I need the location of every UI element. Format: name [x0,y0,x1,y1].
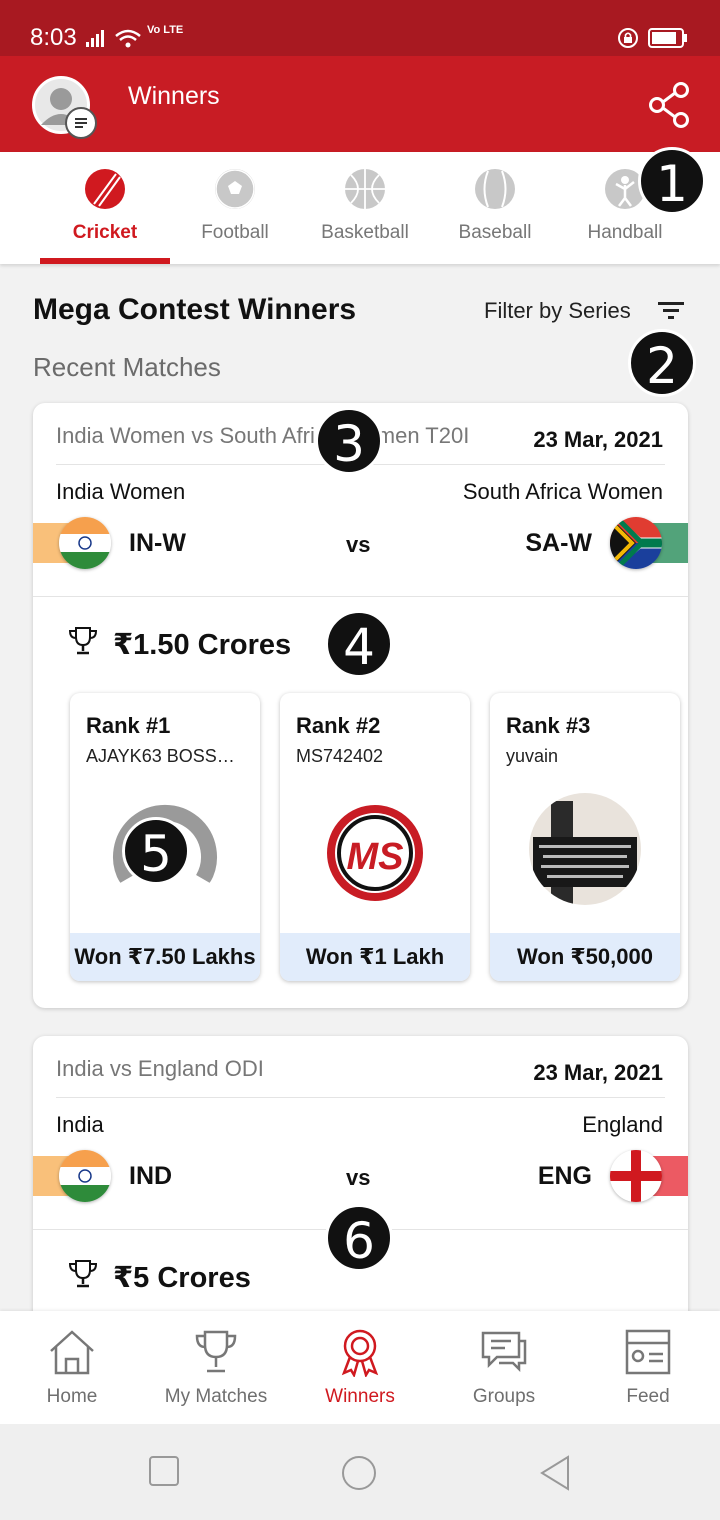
share-icon[interactable] [648,82,692,128]
divider [33,596,688,597]
annotation-marker: 5 [122,817,190,885]
winner-card[interactable]: Rank #3 yuvain Won ₹50,000 [490,693,680,981]
winner-avatar [529,793,641,905]
rank-label: Rank #2 [296,713,381,738]
winner-username: yuvain [506,746,559,766]
app-bar: Winners [0,56,720,152]
page-title: Winners [128,82,220,110]
football-icon [215,169,255,209]
match-name: India Women vs South Africa Women T20I [56,423,470,448]
tab-baseball[interactable]: Baseball [430,152,560,264]
nav-winners[interactable]: Winners [288,1311,432,1424]
cricket-ball-icon [85,169,125,209]
trophy-icon [68,1260,98,1288]
recent-apps-icon[interactable] [147,1454,181,1488]
filter-icon[interactable] [658,300,684,322]
tab-basketball[interactable]: Basketball [300,152,430,264]
user-avatar-icon[interactable] [32,76,97,139]
menu-icon[interactable] [65,107,97,139]
rotation-lock-icon [618,28,638,48]
south-africa-flag-icon [610,517,662,569]
tab-label: Football [201,222,269,243]
prize-pool: ₹5 Crores [113,1262,251,1294]
winner-card[interactable]: Rank #2 MS742402 MS Won ₹1 Lakh [280,693,470,981]
divider [56,1097,665,1098]
match-date: 23 Mar, 2021 [533,1060,663,1085]
annotation-marker: 6 [325,1204,393,1272]
tab-label: Handball [587,222,663,243]
status-time: 8:03 [30,24,77,51]
vs-label: vs [346,1165,371,1190]
rosette-icon [341,1329,379,1377]
team-right-code: ENG [537,1162,592,1190]
nav-home[interactable]: Home [0,1311,144,1424]
tab-label: Basketball [321,222,409,243]
team-left-code: IND [129,1162,173,1190]
nav-groups[interactable]: Groups [432,1311,576,1424]
rank-label: Rank #1 [86,713,171,738]
section-subtitle: Recent Matches [33,352,221,382]
annotation-marker: 3 [315,407,383,475]
signal-wifi-icon [86,29,141,48]
nav-label: My Matches [164,1386,268,1407]
baseball-icon [475,169,515,209]
feed-icon [625,1329,671,1375]
match-card[interactable]: India vs England ODI 23 Mar, 2021 India … [33,1036,688,1326]
back-icon[interactable] [538,1454,572,1492]
network-type: Vo LTE [147,24,184,36]
vs-label: vs [346,532,371,557]
nav-label: Home [46,1386,98,1407]
annotation-marker: 2 [628,329,696,397]
india-flag-icon [59,517,111,569]
match-date: 23 Mar, 2021 [533,427,663,452]
match-name: India vs England ODI [56,1056,264,1081]
filter-by-series-button[interactable]: Filter by Series [484,298,631,324]
winner-username: AJAYK63 BOSS… [86,746,235,766]
sport-tabs: Cricket Football Basketball Baseball Han… [0,152,720,264]
battery-icon [648,28,687,48]
team-right-name: South Africa Women [462,479,663,504]
team-left-code: IN-W [129,529,186,557]
winnings-amount: Won ₹1 Lakh [280,933,470,981]
team-left-name: India [56,1112,104,1137]
svg-text:MS: MS [347,836,404,878]
nav-label: Groups [472,1386,536,1407]
team-right-name: England [582,1112,663,1137]
section-title: Mega Contest Winners [33,293,357,326]
bottom-nav: Home My Matches Winners Groups Feed [0,1311,720,1424]
nav-label: Winners [325,1386,395,1407]
status-bar: 8:03 Vo LTE [0,0,720,56]
tab-label: Baseball [458,222,532,243]
basketball-icon [345,169,385,209]
tab-label: Cricket [72,222,138,243]
rank-label: Rank #3 [506,713,591,738]
annotation-marker: 4 [325,610,393,678]
winnings-amount: Won ₹7.50 Lakhs [70,933,260,981]
winner-username: MS742402 [296,746,384,766]
tab-cricket[interactable]: Cricket [40,152,170,264]
india-flag-icon [59,1150,111,1202]
trophy-icon [195,1330,237,1373]
nav-label: Feed [626,1386,670,1407]
active-tab-indicator [40,258,170,264]
nav-my-matches[interactable]: My Matches [144,1311,288,1424]
match-card[interactable]: India Women vs South Africa Women T20I 2… [33,403,688,1008]
winnings-amount: Won ₹50,000 [490,933,680,981]
nav-feed[interactable]: Feed [576,1311,720,1424]
team-right-code: SA-W [525,529,592,557]
tab-football[interactable]: Football [170,152,300,264]
annotation-marker: 1 [638,147,706,215]
team-left-name: India Women [56,479,186,504]
prize-pool: ₹1.50 Crores [113,629,292,661]
chat-icon [481,1331,527,1373]
england-flag-icon [610,1150,662,1202]
home-icon [50,1330,94,1375]
system-navigation-bar [0,1424,720,1520]
trophy-icon [68,627,98,655]
winner-avatar: MS [319,793,431,905]
home-button-icon[interactable] [340,1454,378,1492]
